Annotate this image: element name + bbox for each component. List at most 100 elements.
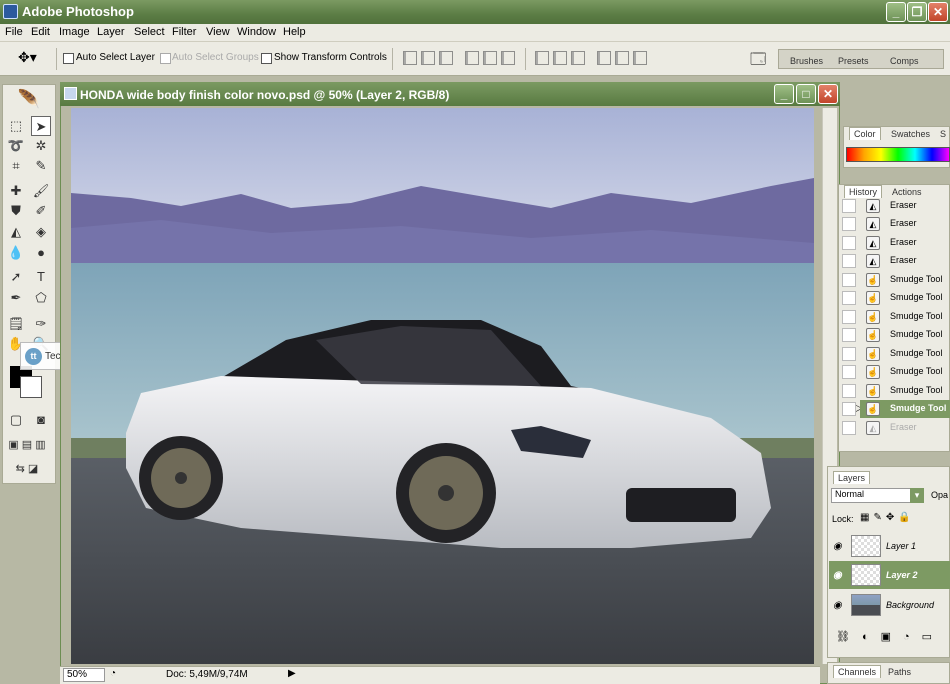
color-spectrum-bar[interactable] — [846, 147, 950, 162]
document-title-bar[interactable]: HONDA wide body finish color novo.psd @ … — [60, 82, 840, 106]
paint-bucket-icon[interactable]: ◈ — [31, 222, 51, 242]
history-item[interactable]: ◭ Eraser — [860, 252, 950, 270]
shape-tool-icon[interactable]: ⬠ — [31, 288, 51, 308]
tab-paths[interactable]: Paths — [888, 667, 911, 677]
menu-filter[interactable]: Filter — [172, 26, 196, 38]
history-snapshot-box[interactable] — [842, 217, 856, 231]
standard-mode-icon[interactable]: ▢ — [6, 410, 26, 430]
move-tool-icon[interactable]: ➤ — [31, 116, 51, 136]
path-selection-icon[interactable]: ➚ — [6, 267, 26, 287]
history-snapshot-box[interactable] — [842, 347, 856, 361]
image-canvas[interactable] — [71, 108, 814, 664]
tab-swatches[interactable]: Swatches — [891, 129, 930, 139]
minimize-button[interactable]: _ — [886, 2, 906, 22]
history-item[interactable]: ☝ Smudge Tool — [860, 382, 950, 400]
history-item[interactable]: ◭ Eraser — [860, 215, 950, 233]
tab-actions[interactable]: Actions — [892, 187, 922, 197]
menu-help[interactable]: Help — [283, 26, 306, 38]
history-snapshot-box[interactable] — [842, 236, 856, 250]
blur-tool-icon[interactable]: 💧 — [6, 243, 26, 263]
eye-icon[interactable]: ◉ — [833, 541, 842, 552]
magic-wand-icon[interactable]: ✲ — [31, 136, 51, 156]
crop-tool-icon[interactable]: ⌗ — [6, 156, 26, 176]
eye-icon[interactable]: ◉ — [833, 600, 842, 611]
history-snapshot-box[interactable] — [842, 328, 856, 342]
brush-tool-icon[interactable]: 🖌 — [31, 181, 51, 201]
clone-stamp-icon[interactable]: ⛊ — [6, 201, 26, 221]
menu-window[interactable]: Window — [237, 26, 276, 38]
layer-row-selected[interactable]: ◉ Layer 2 — [829, 561, 950, 589]
menu-edit[interactable]: Edit — [31, 26, 50, 38]
tab-channels[interactable]: Channels — [833, 665, 882, 678]
marquee-tool-icon[interactable]: ⬚ — [6, 116, 26, 136]
distribute-left-icon[interactable] — [597, 51, 611, 65]
lock-icons[interactable]: ▦✎✥🔒 — [860, 512, 915, 523]
dodge-tool-icon[interactable]: ● — [31, 243, 51, 263]
eyedropper-icon[interactable]: ✑ — [31, 314, 51, 334]
layer-row[interactable]: ◉ Layer 1 — [829, 532, 950, 560]
history-snapshot-box[interactable] — [842, 365, 856, 379]
notes-tool-icon[interactable]: 🗒 — [6, 314, 26, 334]
move-tool-preset-icon[interactable]: ✥▾ — [18, 49, 37, 66]
chevron-down-icon[interactable]: ▾ — [910, 488, 924, 503]
slice-tool-icon[interactable]: ✎ — [31, 156, 51, 176]
status-menu-arrow-icon[interactable]: ▶ — [288, 668, 296, 679]
layer-footer-icons[interactable]: ⛓◐▣◔▭ — [836, 630, 944, 643]
history-snapshot-box[interactable] — [842, 421, 856, 435]
history-brush-icon[interactable]: ✐ — [31, 201, 51, 221]
show-transform-controls-checkbox[interactable] — [261, 53, 272, 64]
history-item[interactable]: ◭ Eraser — [860, 234, 950, 252]
type-tool-icon[interactable]: T — [31, 267, 51, 287]
menu-image[interactable]: Image — [59, 26, 90, 38]
history-item[interactable]: ☝ Smudge Tool — [860, 271, 950, 289]
jump-to-imageready-icon[interactable]: ⇆ ◪ — [4, 459, 50, 479]
well-tab-brushes[interactable]: Brushes — [790, 56, 823, 66]
restore-button[interactable]: ❐ — [907, 2, 927, 22]
history-snapshot-box[interactable] — [842, 273, 856, 287]
history-item[interactable]: ☝ Smudge Tool — [860, 289, 950, 307]
menu-view[interactable]: View — [206, 26, 230, 38]
distribute-right-icon[interactable] — [633, 51, 647, 65]
align-left-icon[interactable] — [465, 51, 479, 65]
distribute-hcenter-icon[interactable] — [615, 51, 629, 65]
distribute-bottom-icon[interactable] — [571, 51, 585, 65]
layer-row[interactable]: ◉ Background — [829, 591, 950, 619]
eraser-tool-icon[interactable]: ◭ — [6, 222, 26, 242]
align-bottom-icon[interactable] — [439, 51, 453, 65]
tab-layers[interactable]: Layers — [833, 471, 871, 484]
distribute-top-icon[interactable] — [535, 51, 549, 65]
screen-mode-icons[interactable]: ▣ ▤ ▥ — [4, 435, 50, 455]
auto-select-layer-checkbox[interactable] — [63, 53, 74, 64]
history-item[interactable]: ☝ Smudge Tool — [860, 345, 950, 363]
status-info-icon[interactable]: ◔ — [110, 668, 116, 679]
history-snapshot-box[interactable] — [842, 199, 856, 213]
tab-styles[interactable]: S — [940, 129, 946, 139]
history-item-undone[interactable]: ◭ Eraser — [860, 419, 950, 437]
well-tab-comps[interactable]: Comps — [890, 56, 919, 66]
history-snapshot-box[interactable] — [842, 384, 856, 398]
history-item[interactable]: ◭ Eraser — [860, 197, 950, 215]
lasso-tool-icon[interactable]: ➰ — [6, 136, 26, 156]
doc-minimize-button[interactable]: _ — [774, 84, 794, 104]
history-snapshot-box[interactable] — [842, 291, 856, 305]
pen-tool-icon[interactable]: ✒ — [6, 288, 26, 308]
distribute-vcenter-icon[interactable] — [553, 51, 567, 65]
menu-select[interactable]: Select — [134, 26, 165, 38]
doc-close-button[interactable]: ✕ — [818, 84, 838, 104]
align-vertical-center-icon[interactable] — [421, 51, 435, 65]
history-snapshot-box[interactable] — [842, 310, 856, 324]
history-item[interactable]: ☝ Smudge Tool — [860, 363, 950, 381]
history-item[interactable]: ☝ Smudge Tool — [860, 326, 950, 344]
doc-maximize-button[interactable]: □ — [796, 84, 816, 104]
history-item[interactable]: ☝ Smudge Tool — [860, 308, 950, 326]
align-top-icon[interactable] — [403, 51, 417, 65]
menu-layer[interactable]: Layer — [97, 26, 125, 38]
healing-brush-icon[interactable]: ✚ — [6, 181, 26, 201]
history-snapshot-box[interactable] — [842, 254, 856, 268]
history-item-selected[interactable]: ☝ Smudge Tool — [860, 400, 950, 418]
quick-mask-icon[interactable]: ◙ — [31, 410, 51, 430]
align-right-icon[interactable] — [501, 51, 515, 65]
file-browser-icon[interactable]: 🗔 — [750, 49, 766, 74]
tab-color[interactable]: Color — [849, 127, 881, 140]
eye-icon[interactable]: ◉ — [833, 570, 842, 581]
